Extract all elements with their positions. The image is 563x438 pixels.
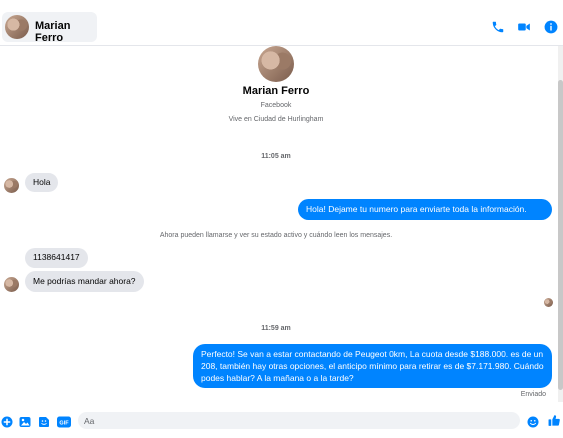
- scrollbar-thumb[interactable]: [558, 80, 563, 390]
- message-outgoing: Hola! Dejame tu numero para enviarte tod…: [298, 199, 552, 220]
- chat-header: Marian Ferro: [0, 0, 563, 46]
- emoji-icon[interactable]: [527, 415, 539, 428]
- info-icon[interactable]: [544, 20, 558, 34]
- message-outgoing: Perfecto! Se van a estar contactando de …: [193, 344, 552, 388]
- contact-avatar[interactable]: [5, 15, 29, 39]
- read-receipt-avatar: [544, 298, 553, 307]
- message-composer: GIF: [0, 402, 563, 438]
- profile-location: Vive en Ciudad de Hurlingham: [228, 116, 324, 123]
- gif-icon[interactable]: GIF: [57, 415, 71, 428]
- profile-name: Marian Ferro: [242, 85, 310, 97]
- conversation-area[interactable]: Marian Ferro Facebook Vive en Ciudad de …: [0, 46, 558, 402]
- video-camera-icon[interactable]: [517, 20, 531, 34]
- sender-avatar: [4, 178, 19, 193]
- sticker-icon[interactable]: [38, 415, 50, 427]
- message-incoming: Me podrías mandar ahora?: [25, 271, 144, 292]
- svg-text:GIF: GIF: [59, 421, 69, 427]
- plus-icon[interactable]: [1, 415, 13, 428]
- profile-avatar[interactable]: [258, 46, 294, 82]
- thumbs-up-icon[interactable]: [548, 414, 560, 426]
- message-input-box[interactable]: [78, 412, 520, 429]
- image-icon[interactable]: [19, 415, 31, 427]
- sender-avatar: [4, 277, 19, 292]
- timestamp: 11:59 am: [261, 325, 291, 332]
- contact-name[interactable]: Marian Ferro: [35, 20, 97, 44]
- message-status: Enviado: [520, 391, 546, 398]
- message-incoming: Hola: [25, 173, 59, 192]
- call-notice: Ahora pueden llamarse y ver su estado ac…: [159, 232, 393, 239]
- profile-source: Facebook: [260, 102, 292, 109]
- message-incoming: 1138641417: [25, 248, 88, 268]
- contact-header-button[interactable]: Marian Ferro: [2, 12, 97, 44]
- message-input[interactable]: [84, 413, 504, 428]
- timestamp: 11:05 am: [261, 153, 291, 160]
- phone-icon[interactable]: [491, 20, 505, 34]
